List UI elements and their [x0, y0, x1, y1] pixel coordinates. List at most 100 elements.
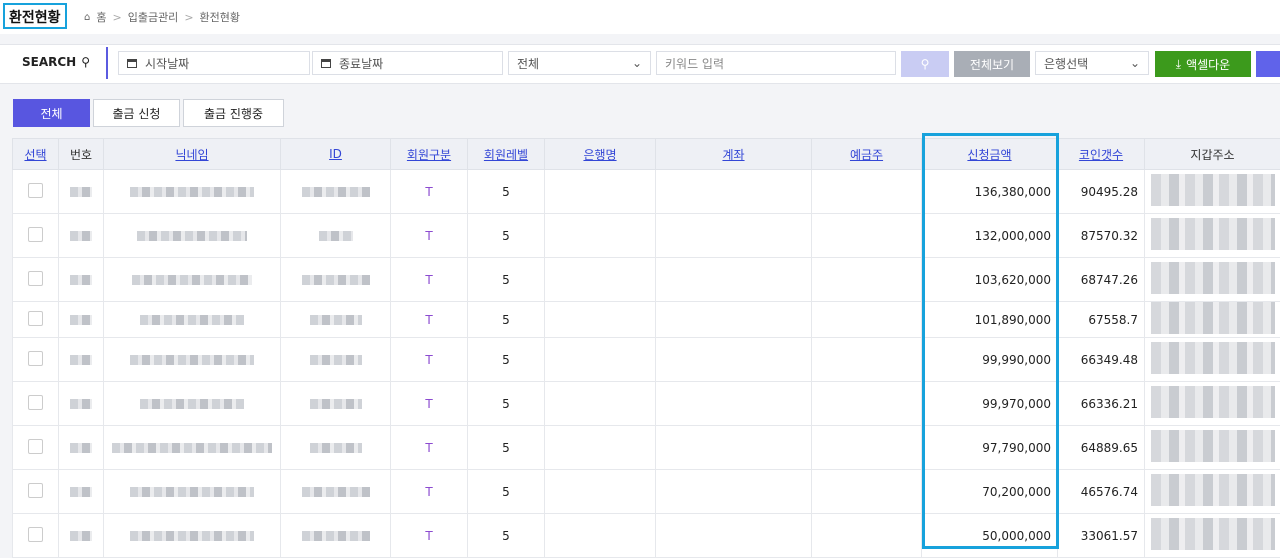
checkbox[interactable]	[28, 439, 43, 454]
row-id	[281, 338, 391, 382]
page-header: 환전현황 ⌂ 홈 > 입출금관리 > 환전현황	[0, 0, 1280, 34]
redacted	[1151, 474, 1275, 506]
more-button[interactable]	[1256, 51, 1280, 77]
row-nickname	[104, 258, 281, 302]
row-checkbox[interactable]	[13, 214, 59, 258]
redacted	[132, 275, 252, 285]
table-row[interactable]: T5101,890,00067558.7	[13, 302, 1280, 338]
row-checkbox[interactable]	[13, 382, 59, 426]
start-date-field[interactable]: 시작날짜	[118, 51, 310, 75]
redacted	[302, 275, 370, 285]
table-row[interactable]: T597,790,00064889.65	[13, 426, 1280, 470]
row-account	[656, 214, 812, 258]
download-icon: ⤓	[1176, 57, 1181, 72]
table-row[interactable]: T570,200,00046576.74	[13, 470, 1280, 514]
table-row[interactable]: T599,970,00066336.21	[13, 382, 1280, 426]
home-icon[interactable]: ⌂	[84, 12, 90, 23]
col-member-type[interactable]: 회원구분	[391, 139, 468, 170]
redacted	[319, 231, 353, 241]
col-select[interactable]: 선택	[13, 139, 59, 170]
search-icon: ⚲	[81, 55, 90, 69]
table-row[interactable]: T599,990,00066349.48	[13, 338, 1280, 382]
col-amount[interactable]: 신청금액	[922, 139, 1058, 170]
row-checkbox[interactable]	[13, 426, 59, 470]
row-id	[281, 426, 391, 470]
row-id	[281, 382, 391, 426]
redacted	[112, 443, 272, 453]
redacted	[1151, 518, 1275, 550]
redacted	[302, 487, 370, 497]
col-coins[interactable]: 코인갯수	[1058, 139, 1145, 170]
row-checkbox[interactable]	[13, 470, 59, 514]
row-checkbox[interactable]	[13, 338, 59, 382]
excel-download-button[interactable]: ⤓ 액셀다운	[1155, 51, 1251, 77]
redacted	[1151, 262, 1275, 294]
table-row[interactable]: T5136,380,00090495.28	[13, 170, 1280, 214]
col-account[interactable]: 계좌	[656, 139, 812, 170]
tab-all[interactable]: 전체	[13, 99, 90, 127]
row-account	[656, 338, 812, 382]
row-nickname	[104, 338, 281, 382]
col-bank[interactable]: 은행명	[545, 139, 656, 170]
col-nickname[interactable]: 닉네임	[104, 139, 281, 170]
checkbox[interactable]	[28, 483, 43, 498]
row-member-type: T	[391, 258, 468, 302]
tab-withdraw-progress[interactable]: 출금 진행중	[183, 99, 284, 127]
redacted	[1151, 302, 1275, 334]
row-bank	[545, 214, 656, 258]
row-checkbox[interactable]	[13, 258, 59, 302]
row-wallet	[1145, 470, 1280, 514]
col-id[interactable]: ID	[281, 139, 391, 170]
row-member-level: 5	[468, 338, 545, 382]
checkbox[interactable]	[28, 271, 43, 286]
col-holder[interactable]: 예금주	[812, 139, 922, 170]
redacted	[70, 487, 92, 497]
row-member-level: 5	[468, 214, 545, 258]
row-holder	[812, 338, 922, 382]
row-number	[59, 170, 104, 214]
row-bank	[545, 302, 656, 338]
chevron-down-icon: ⌄	[632, 56, 642, 70]
search-button[interactable]: ⚲	[901, 51, 949, 77]
chevron-right-icon: >	[112, 11, 121, 24]
checkbox[interactable]	[28, 527, 43, 542]
table-row[interactable]: T5132,000,00087570.32	[13, 214, 1280, 258]
tab-withdraw-request[interactable]: 출금 신청	[93, 99, 180, 127]
row-amount: 101,890,000	[922, 302, 1058, 338]
redacted	[70, 231, 92, 241]
row-coins: 90495.28	[1058, 170, 1145, 214]
row-nickname	[104, 426, 281, 470]
col-number: 번호	[59, 139, 104, 170]
checkbox[interactable]	[28, 183, 43, 198]
redacted	[140, 399, 244, 409]
row-coins: 87570.32	[1058, 214, 1145, 258]
checkbox[interactable]	[28, 311, 43, 326]
row-number	[59, 258, 104, 302]
row-coins: 66336.21	[1058, 382, 1145, 426]
row-holder	[812, 170, 922, 214]
breadcrumb-section[interactable]: 입출금관리	[128, 9, 179, 25]
keyword-input[interactable]: 키워드 입력	[656, 51, 896, 75]
filter-select[interactable]: 전체 ⌄	[508, 51, 651, 75]
row-wallet	[1145, 258, 1280, 302]
breadcrumb-home[interactable]: 홈	[96, 9, 106, 25]
col-member-level[interactable]: 회원레벨	[468, 139, 545, 170]
row-member-type: T	[391, 470, 468, 514]
checkbox[interactable]	[28, 351, 43, 366]
checkbox[interactable]	[28, 395, 43, 410]
col-wallet: 지갑주소	[1145, 139, 1280, 170]
row-wallet	[1145, 214, 1280, 258]
row-coins: 64889.65	[1058, 426, 1145, 470]
bank-select[interactable]: 은행선택 ⌄	[1035, 51, 1149, 75]
view-all-button[interactable]: 전체보기	[954, 51, 1030, 77]
redacted	[70, 315, 92, 325]
row-checkbox[interactable]	[13, 170, 59, 214]
redacted	[130, 355, 254, 365]
checkbox[interactable]	[28, 227, 43, 242]
redacted	[140, 315, 244, 325]
table-row[interactable]: T5103,620,00068747.26	[13, 258, 1280, 302]
row-nickname	[104, 214, 281, 258]
row-checkbox[interactable]	[13, 302, 59, 338]
redacted	[1151, 386, 1275, 418]
end-date-field[interactable]: 종료날짜	[312, 51, 503, 75]
